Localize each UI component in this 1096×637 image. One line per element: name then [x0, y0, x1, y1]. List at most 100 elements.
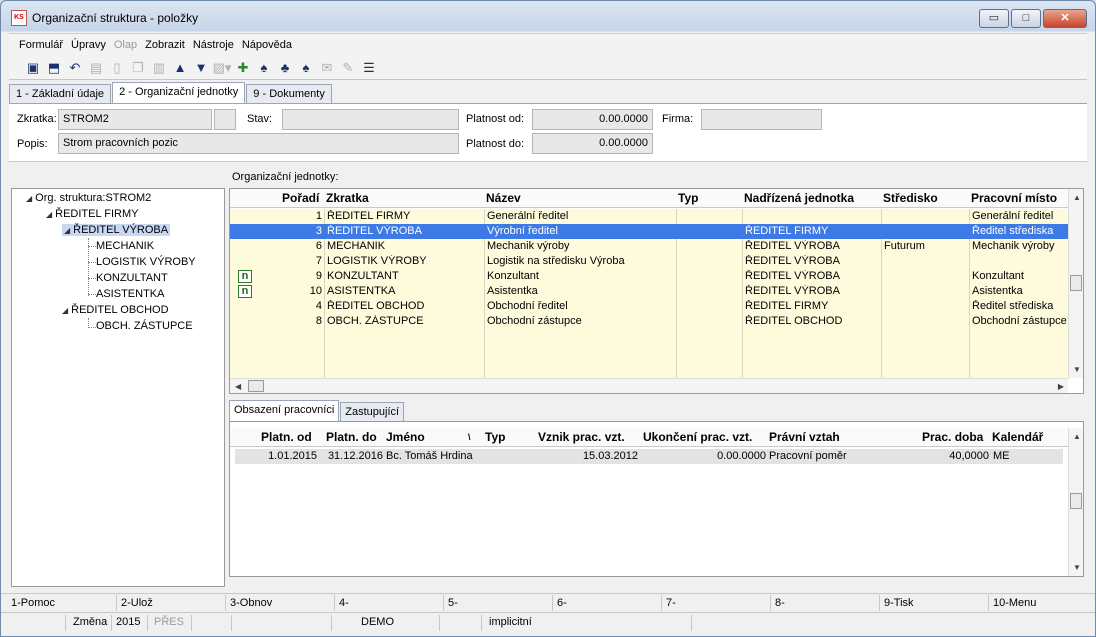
new-icon[interactable]: ▯: [107, 59, 127, 77]
close-button[interactable]: ✕: [1043, 9, 1087, 28]
occupants-vertical-scrollbar[interactable]: ▲ ▼: [1068, 428, 1083, 576]
col-platn-do[interactable]: Platn. do: [326, 430, 377, 444]
fkey-6[interactable]: 6-: [557, 597, 567, 609]
table-row[interactable]: 3 ŘEDITEL VÝROBA Výrobní ředitel ŘEDITEL FI…: [230, 224, 1070, 239]
table-row[interactable]: n 10 ASISTENTKA Asistentka ŘEDITEL VÝROBA Asi…: [230, 284, 1070, 299]
minimize-button[interactable]: ▭: [979, 9, 1009, 28]
scroll-right-icon[interactable]: ▶: [1058, 382, 1064, 391]
undo-icon[interactable]: ↶: [65, 59, 85, 77]
col-jmeno[interactable]: Jméno: [386, 430, 425, 444]
copy-icon[interactable]: ❐: [128, 59, 148, 77]
tab-organizacni-jednotky[interactable]: 2 - Organizační jednotky: [112, 82, 246, 104]
table-row[interactable]: 1.01.2015 31.12.2016 Bc. Tomáš Hrdina 15…: [235, 449, 1063, 464]
stav-field[interactable]: [282, 109, 459, 130]
menu-formular[interactable]: Formulář: [19, 39, 63, 51]
scroll-up-icon[interactable]: ▲: [1073, 432, 1081, 441]
col-typ[interactable]: Typ: [485, 430, 505, 444]
col-prac-doba[interactable]: Prac. doba: [922, 430, 983, 444]
maximize-button[interactable]: □: [1011, 9, 1041, 28]
table-row[interactable]: 7 LOGISTIK VÝROBY Logistik na středisku Vý…: [230, 254, 1070, 269]
fkey-9[interactable]: 9-Tisk: [884, 597, 914, 609]
zkratka-field[interactable]: STROM2: [58, 109, 212, 130]
tree-node-konzultant[interactable]: KONZULTANT: [96, 272, 168, 284]
popis-field[interactable]: Strom pracovních pozic: [58, 133, 459, 154]
save-icon[interactable]: ▣: [23, 59, 43, 77]
fkey-2[interactable]: 2-Ulož: [121, 597, 153, 609]
cell-misto: Mechanik výroby: [972, 240, 1055, 252]
fkey-10[interactable]: 10-Menu: [993, 597, 1036, 609]
tab-dokumenty[interactable]: 9 - Dokumenty: [246, 84, 332, 104]
import-icon[interactable]: ✚: [233, 59, 253, 77]
fkey-7[interactable]: 7-: [666, 597, 676, 609]
col-vznik[interactable]: Vznik prac. vzt.: [538, 430, 625, 444]
fkey-1[interactable]: 1-Pomoc: [11, 597, 55, 609]
cell-zkratka: ŘEDITEL FIRMY: [327, 210, 411, 222]
scroll-down-icon[interactable]: ▼: [1073, 563, 1081, 572]
tab-zastupujici[interactable]: Zastupující: [340, 402, 405, 421]
fkey-4[interactable]: 4-: [339, 597, 349, 609]
tab-zakladni-udaje[interactable]: 1 - Základní údaje: [9, 84, 112, 104]
col-pravni-vztah[interactable]: Právní vztah: [769, 430, 840, 444]
tab-obsazeni-pracovnici[interactable]: Obsazení pracovníci: [229, 400, 340, 421]
col-kalendar[interactable]: Kalendář: [992, 430, 1043, 444]
units-vertical-scrollbar[interactable]: ▲ ▼: [1068, 189, 1083, 378]
platnost-od-field[interactable]: 0.00.0000: [532, 109, 653, 130]
table-row[interactable]: 8 OBCH. ZÁSTUPCE Obchodní zástupce ŘEDITEL …: [230, 314, 1070, 329]
tree-node-reditel-firmy[interactable]: ◢ ŘEDITEL FIRMY: [46, 208, 138, 220]
col-stredisko[interactable]: Středisko: [883, 191, 938, 205]
tree-root[interactable]: ◢ Org. struktura:STROM2: [26, 192, 151, 204]
menu-upravy[interactable]: Úpravy: [71, 39, 106, 51]
col-misto[interactable]: Pracovní místo: [971, 191, 1057, 205]
scroll-thumb[interactable]: [1070, 493, 1082, 509]
binoculars-next-icon[interactable]: ♣: [275, 59, 295, 77]
org-tree[interactable]: ◢ Org. struktura:STROM2 ◢ ŘEDITEL FIRMY ◢ Ř…: [11, 188, 225, 587]
tree-node-obch-zastupce[interactable]: OBCH. ZÁSTUPCE: [96, 320, 193, 332]
binoculars-filter-icon[interactable]: ♠: [296, 59, 316, 77]
tree-node-mechanik[interactable]: MECHANIK: [96, 240, 154, 252]
binoculars-icon[interactable]: ♠: [254, 59, 274, 77]
units-grid[interactable]: Pořadí Zkratka Název Typ Nadřízená jedno…: [229, 188, 1084, 394]
edit-icon[interactable]: ✎: [338, 59, 358, 77]
firma-field[interactable]: [701, 109, 822, 130]
menu-napoveda[interactable]: Nápověda: [242, 39, 292, 51]
arrow-down-icon[interactable]: ▼: [191, 59, 211, 77]
mail-icon[interactable]: ✉: [317, 59, 337, 77]
fkey-5[interactable]: 5-: [448, 597, 458, 609]
tree-node-reditel-vyroba[interactable]: ◢ ŘEDITEL VÝROBA: [62, 224, 171, 236]
col-platn-od[interactable]: Platn. od: [261, 430, 312, 444]
list-icon[interactable]: ☰: [359, 59, 379, 77]
save-close-icon[interactable]: ⬒: [44, 59, 64, 77]
table-row[interactable]: n 9 KONZULTANT Konzultant ŘEDITEL VÝROBA Konz…: [230, 269, 1070, 284]
units-horizontal-scrollbar[interactable]: ◀ ▶: [230, 378, 1068, 393]
occupants-grid[interactable]: Platn. od Platn. do Jméno \ Typ Vznik pr…: [229, 421, 1084, 577]
table-row[interactable]: 1 ŘEDITEL FIRMY Generální ředitel Generální…: [230, 209, 1070, 224]
menu-nastroje[interactable]: Nástroje: [193, 39, 234, 51]
table-row[interactable]: 6 MECHANIK Mechanik výroby ŘEDITEL VÝROBA Fu…: [230, 239, 1070, 254]
scroll-thumb[interactable]: [248, 380, 264, 392]
arrow-up-icon[interactable]: ▲: [170, 59, 190, 77]
title-bar[interactable]: KS Organizační struktura - položky ▭ □ ✕: [1, 1, 1095, 32]
scroll-up-icon[interactable]: ▲: [1073, 193, 1081, 202]
scroll-left-icon[interactable]: ◀: [235, 382, 241, 391]
tree-node-asistentka[interactable]: ASISTENTKA: [96, 288, 164, 300]
platnost-do-field[interactable]: 0.00.0000: [532, 133, 653, 154]
fkey-8[interactable]: 8-: [775, 597, 785, 609]
zkratka-extra-field[interactable]: [214, 109, 236, 130]
fkey-3[interactable]: 3-Obnov: [230, 597, 272, 609]
open-icon[interactable]: ▤: [86, 59, 106, 77]
menu-zobrazit[interactable]: Zobrazit: [145, 39, 185, 51]
book-icon[interactable]: ▥: [149, 59, 169, 77]
col-zkratka[interactable]: Zkratka: [326, 191, 369, 205]
col-poradi[interactable]: Pořadí: [282, 191, 319, 205]
col-nadrizena[interactable]: Nadřízená jednotka: [744, 191, 854, 205]
tree-node-logistik[interactable]: LOGISTIK VÝROBY: [96, 256, 196, 268]
col-ukonceni[interactable]: Ukončení prac. vzt.: [643, 430, 752, 444]
scroll-down-icon[interactable]: ▼: [1073, 365, 1081, 374]
menu-olap[interactable]: Olap: [114, 39, 137, 51]
tree-node-reditel-obchod[interactable]: ◢ ŘEDITEL OBCHOD: [62, 304, 169, 316]
table-row[interactable]: 4 ŘEDITEL OBCHOD Obchodní ředitel ŘEDITEL F…: [230, 299, 1070, 314]
col-typ[interactable]: Typ: [678, 191, 698, 205]
col-nazev[interactable]: Název: [486, 191, 521, 205]
scroll-thumb[interactable]: [1070, 275, 1082, 291]
export-icon[interactable]: ▨▾: [212, 59, 232, 77]
